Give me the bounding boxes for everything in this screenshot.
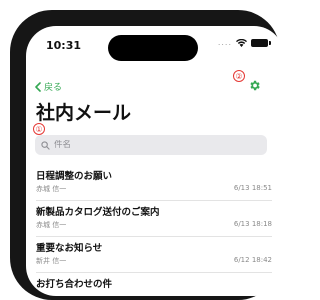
back-button[interactable]: 戻る <box>35 80 62 93</box>
screen: 10:31 .... 戻る ② 社内メール ① 件名 日程調整のお願い 赤城 信… <box>26 26 284 296</box>
mail-subject: 日程調整のお願い <box>36 171 113 182</box>
chevron-left-icon <box>35 81 41 92</box>
mail-item[interactable]: 新製品カタログ送付のご案内 赤城 信一 6/13 18:18 <box>36 201 272 237</box>
mail-subject: 重要なお知らせ <box>36 243 103 254</box>
gear-icon <box>250 80 260 91</box>
dynamic-island <box>108 35 198 61</box>
battery-icon <box>251 38 271 47</box>
search-input[interactable] <box>54 140 244 150</box>
settings-button[interactable] <box>248 79 261 92</box>
phone-frame: 10:31 .... 戻る ② 社内メール ① 件名 日程調整のお願い 赤城 信… <box>10 10 284 300</box>
mail-date: 6/13 18:18 <box>233 220 272 228</box>
annotation-marker-1: ① <box>33 123 45 135</box>
mail-item[interactable]: 日程調整のお願い 赤城 信一 6/13 18:51 <box>36 165 272 201</box>
search-bar[interactable] <box>35 135 267 155</box>
mail-subject: 新製品カタログ送付のご案内 <box>36 207 160 218</box>
signal-indicator: .... <box>217 38 232 47</box>
mail-sender: 赤城 信一 <box>36 185 67 193</box>
mail-date: 6/13 18:51 <box>233 184 272 192</box>
mail-list: 日程調整のお願い 赤城 信一 6/13 18:51 新製品カタログ送付のご案内 … <box>26 165 284 296</box>
wifi-icon <box>236 38 247 47</box>
status-time: 10:31 <box>46 39 82 52</box>
search-icon <box>41 140 50 150</box>
page-title: 社内メール <box>36 102 132 124</box>
mail-item[interactable]: お打ち合わせの件 <box>36 273 272 296</box>
annotation-marker-2: ② <box>233 70 245 82</box>
mail-item[interactable]: 重要なお知らせ 新井 信一 6/12 18:42 <box>36 237 272 273</box>
mail-subject: お打ち合わせの件 <box>36 279 113 290</box>
mail-sender: 赤城 信一 <box>36 221 67 229</box>
mail-date: 6/12 18:42 <box>233 256 272 264</box>
status-icons: .... <box>217 38 271 47</box>
back-label: 戻る <box>44 83 63 93</box>
